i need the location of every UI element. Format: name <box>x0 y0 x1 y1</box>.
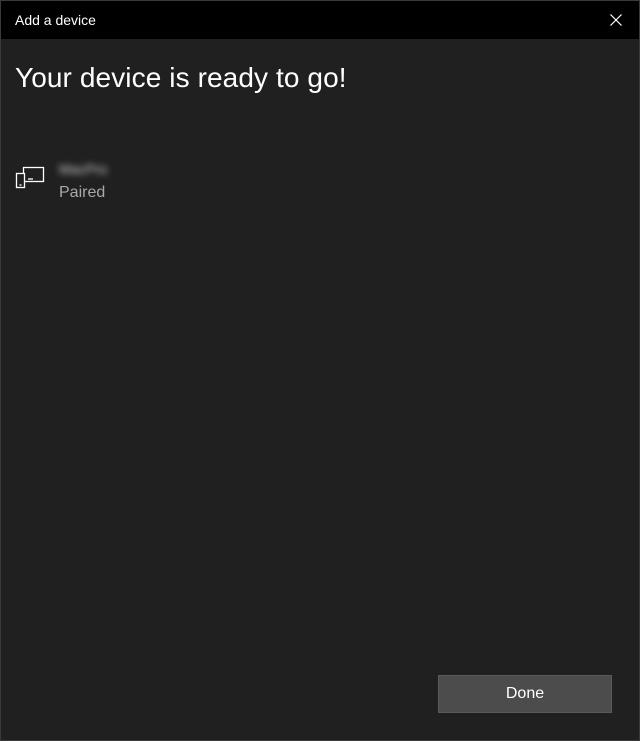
done-button[interactable]: Done <box>438 675 612 713</box>
page-title: Your device is ready to go! <box>15 62 347 93</box>
device-list-item: MacPro Paired <box>15 159 315 207</box>
close-icon <box>610 14 622 26</box>
add-device-dialog: Add a device Your device is ready to go!… <box>0 0 640 741</box>
close-button[interactable] <box>593 1 639 39</box>
device-status: Paired <box>59 184 106 201</box>
phone-device-icon <box>15 166 45 189</box>
window-title: Add a device <box>15 12 96 28</box>
title-bar: Add a device <box>1 1 639 39</box>
device-name: MacPro <box>59 161 108 177</box>
